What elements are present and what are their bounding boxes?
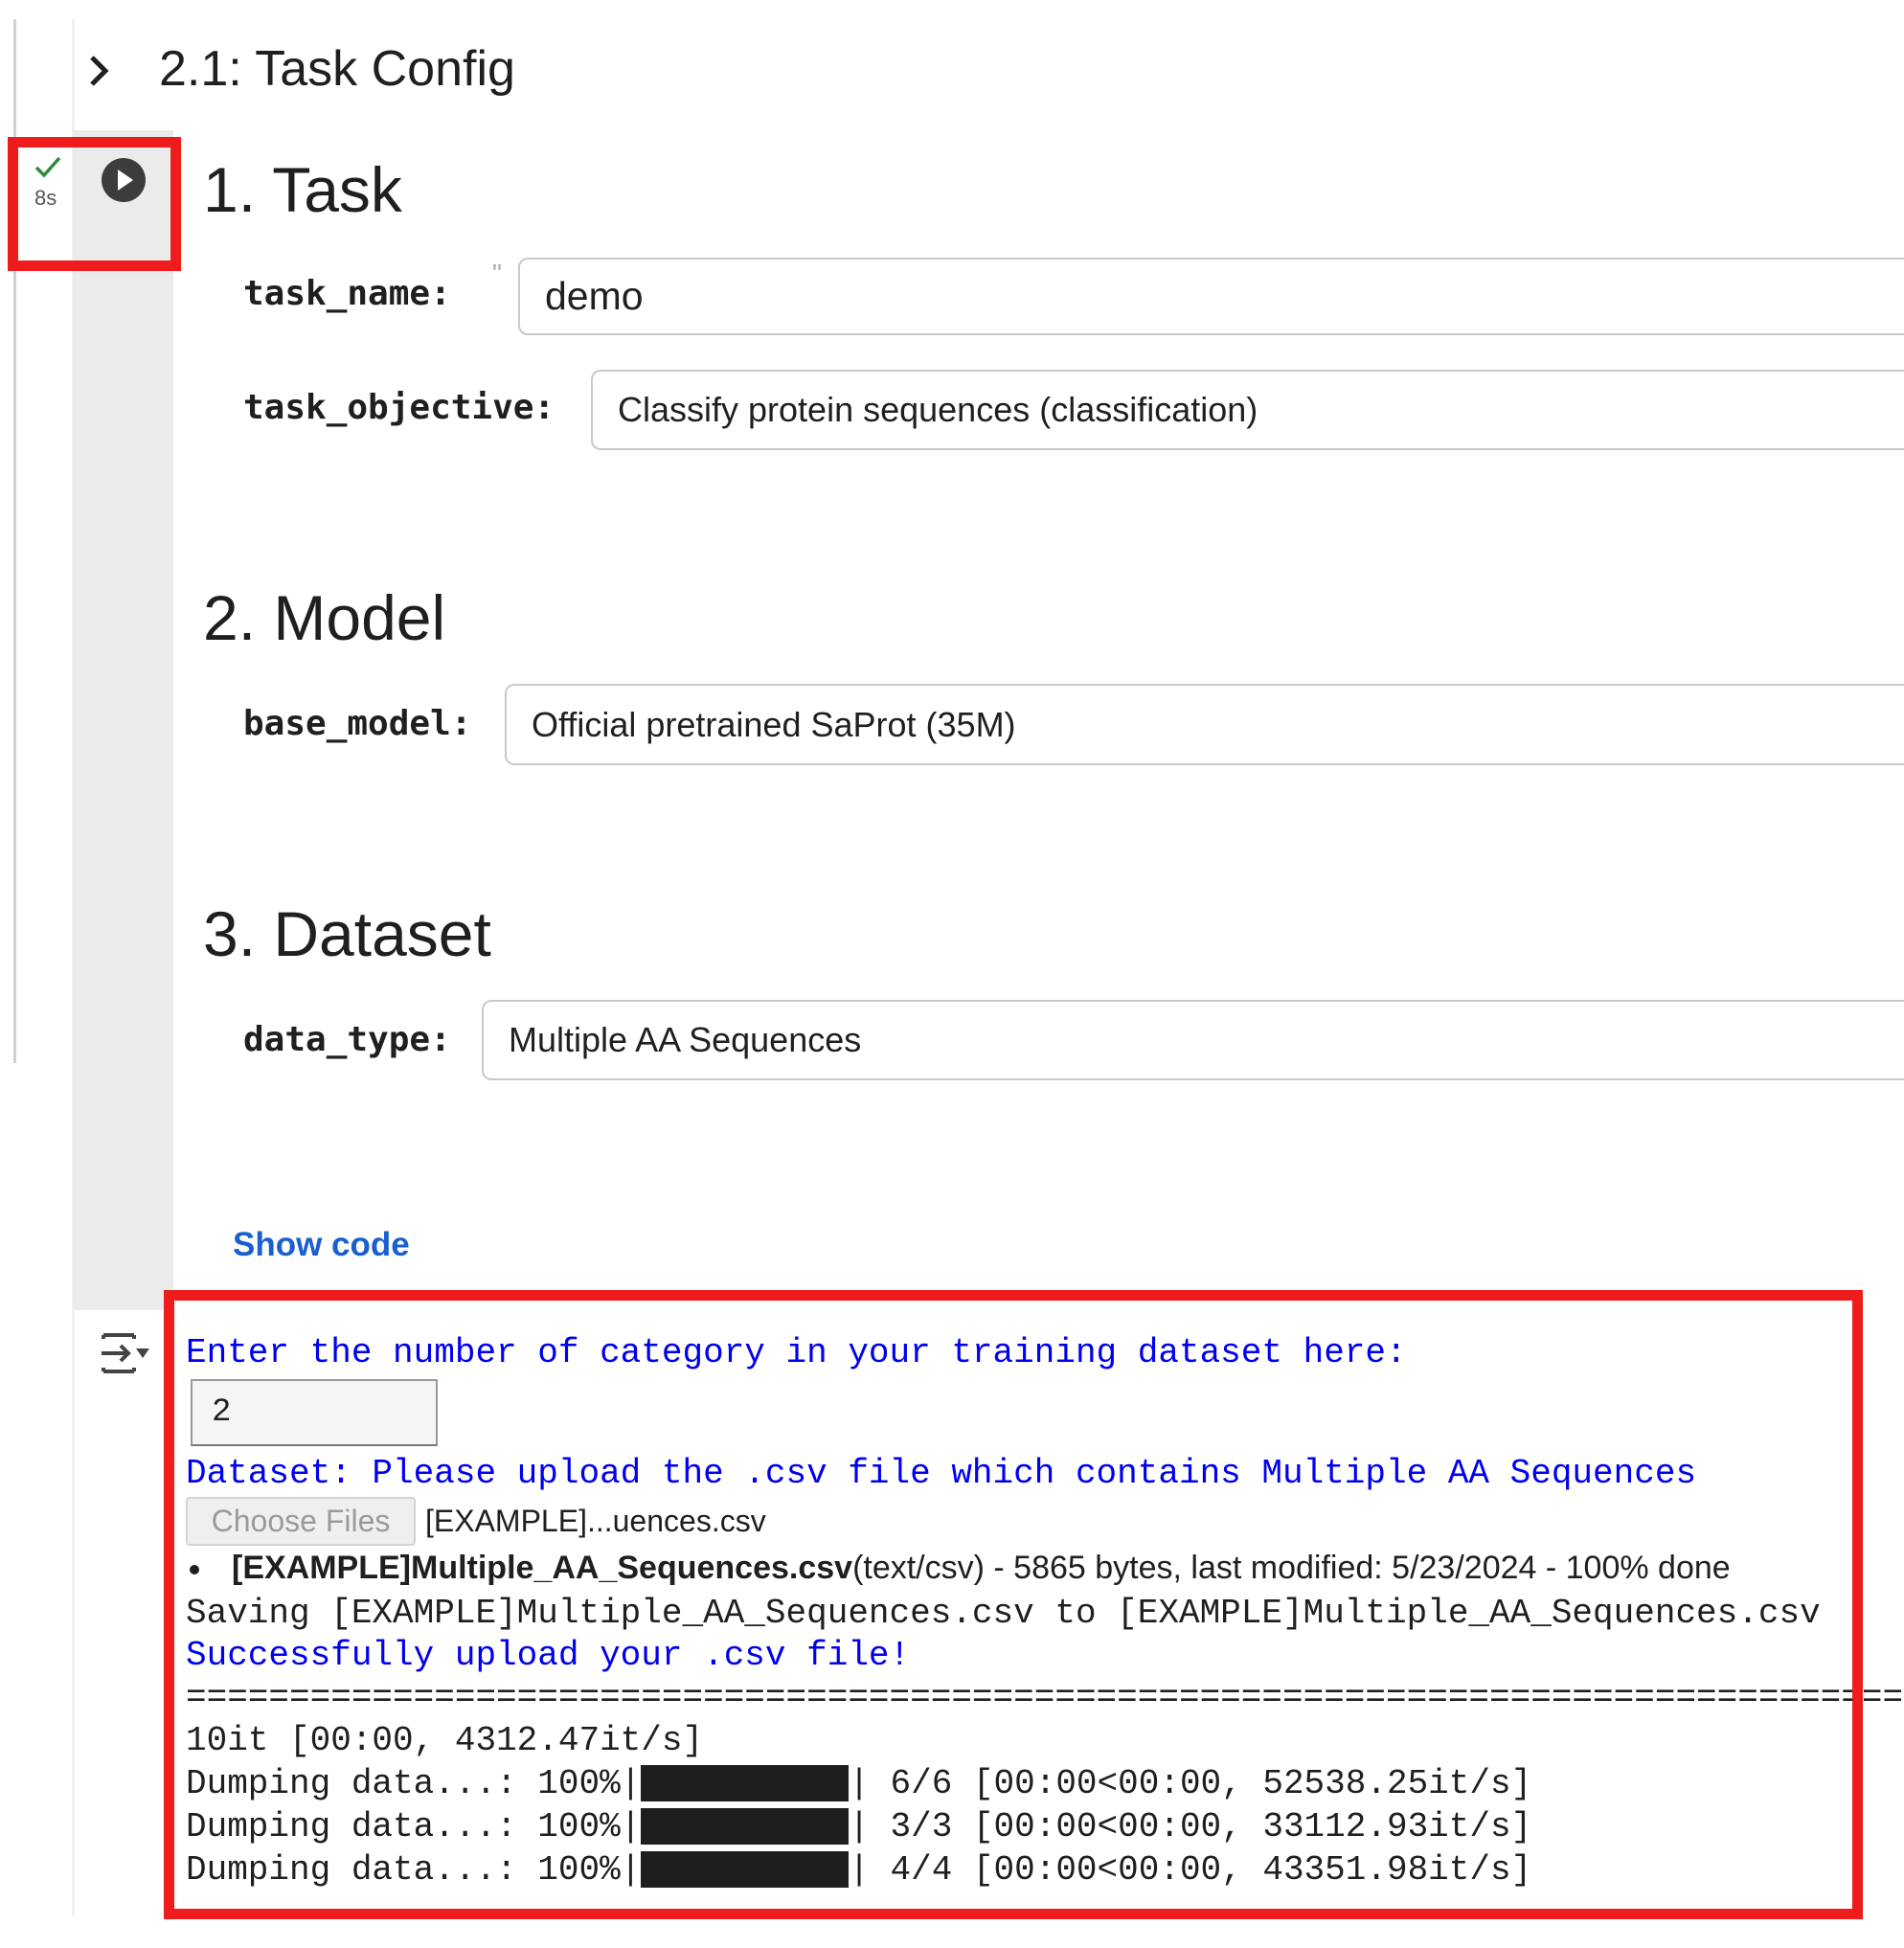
heading-task: 1. Task xyxy=(203,154,402,225)
data-type-select[interactable]: Multiple AA Sequences xyxy=(482,1000,1904,1080)
show-code-link[interactable]: Show code xyxy=(233,1226,410,1264)
highlight-run-status xyxy=(8,137,181,271)
base-model-select[interactable]: Official pretrained SaProt (35M) xyxy=(505,684,1904,765)
output-menu-icon xyxy=(102,1333,149,1373)
task-objective-value: Classify protein sequences (classificati… xyxy=(618,390,1258,429)
heading-model: 2. Model xyxy=(203,582,446,653)
string-marker: " xyxy=(492,259,502,288)
task-objective-select[interactable]: Classify protein sequences (classificati… xyxy=(591,370,1904,450)
chevron-right-icon xyxy=(90,56,109,86)
highlight-output xyxy=(164,1290,1863,1919)
task-name-input[interactable]: demo xyxy=(518,258,1904,335)
base-model-label: base_model: xyxy=(243,704,472,743)
base-model-value: Official pretrained SaProt (35M) xyxy=(532,704,1016,744)
cell-gutter xyxy=(73,130,173,1310)
task-objective-label: task_objective: xyxy=(243,388,555,427)
section-collapse-toggle[interactable] xyxy=(84,52,113,90)
task-name-label: task_name: xyxy=(243,274,451,313)
output-actions-button[interactable] xyxy=(100,1331,151,1380)
task-name-value: demo xyxy=(545,274,644,318)
heading-dataset: 3. Dataset xyxy=(203,898,491,969)
data-type-value: Multiple AA Sequences xyxy=(509,1020,862,1059)
section-title: 2.1: Task Config xyxy=(159,41,515,97)
data-type-label: data_type: xyxy=(243,1020,451,1059)
